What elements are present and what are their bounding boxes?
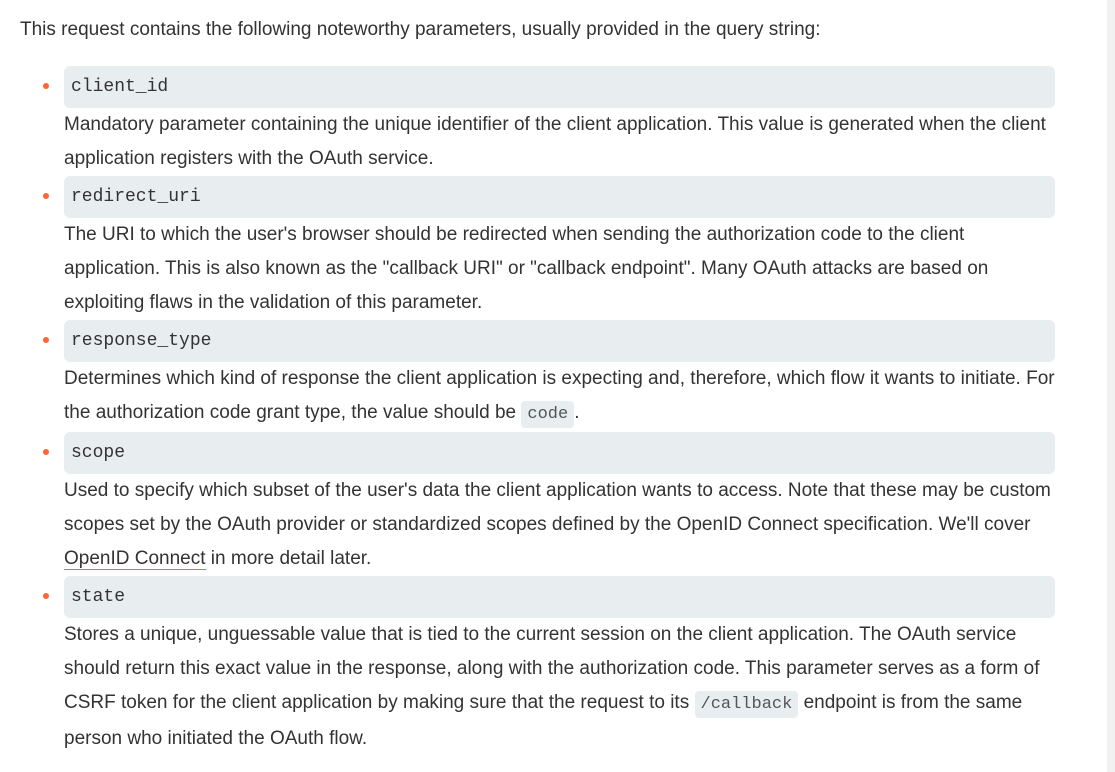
desc-text: Used to specify which subset of the user… (64, 480, 1051, 535)
desc-text: . (574, 402, 580, 423)
list-item-scope: scope Used to specify which subset of th… (20, 432, 1065, 576)
list-item-response-type: response_type Determines which kind of r… (20, 320, 1065, 432)
param-name-client-id: client_id (64, 66, 1055, 108)
inline-code-code: code (521, 401, 575, 428)
param-desc-state: Stores a unique, unguessable value that … (64, 618, 1064, 756)
param-desc-client-id: Mandatory parameter containing the uniqu… (64, 114, 1046, 169)
desc-text: in more detail later. (205, 548, 372, 569)
openid-connect-link[interactable]: OpenID Connect (64, 548, 206, 570)
list-item-client-id: client_id Mandatory parameter containing… (20, 66, 1065, 176)
param-name-scope: scope (64, 432, 1055, 474)
list-item-redirect-uri: redirect_uri The URI to which the user's… (20, 176, 1065, 320)
bullet-icon (43, 193, 49, 199)
param-desc-redirect-uri: The URI to which the user's browser shou… (64, 224, 989, 313)
bullet-icon (43, 337, 49, 343)
scrollbar[interactable] (1107, 0, 1115, 772)
param-desc-response-type: Determines which kind of response the cl… (64, 362, 1064, 432)
intro-paragraph: This request contains the following note… (20, 19, 821, 40)
param-name-redirect-uri: redirect_uri (64, 176, 1055, 218)
article-content: This request contains the following note… (20, 0, 1065, 756)
param-name-response-type: response_type (64, 320, 1055, 362)
list-item-state: state Stores a unique, unguessable value… (20, 576, 1065, 756)
bullet-icon (43, 593, 49, 599)
bullet-icon (43, 83, 49, 89)
inline-code-callback: /callback (694, 691, 799, 718)
bullet-icon (43, 449, 49, 455)
param-desc-scope: Used to specify which subset of the user… (64, 474, 1064, 576)
parameter-list: client_id Mandatory parameter containing… (20, 66, 1065, 756)
param-name-state: state (64, 576, 1055, 618)
